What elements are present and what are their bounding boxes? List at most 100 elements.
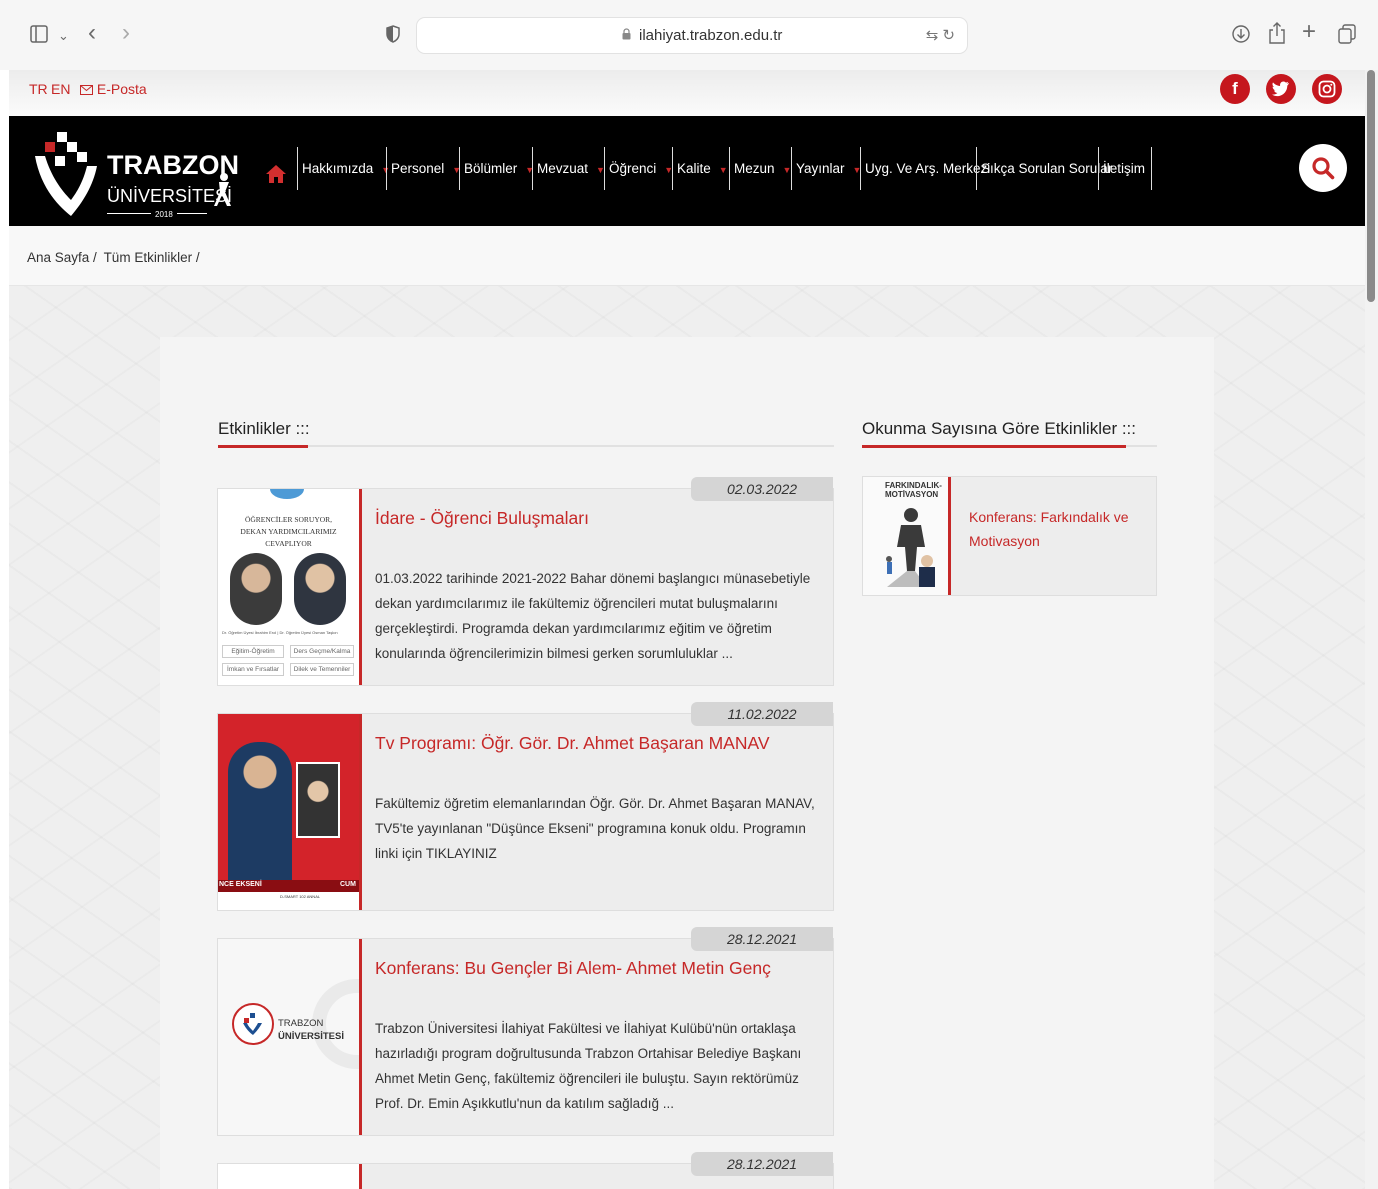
nav-item-hakkimizda[interactable]: Hakkımızda ▼ [297, 147, 390, 190]
breadcrumb-home-link[interactable]: Ana Sayfa / [27, 250, 97, 265]
top-bar: TR EN E-Posta f [9, 70, 1365, 116]
accent-bar [359, 714, 362, 910]
events-title-underline [218, 445, 834, 448]
nav-item-yayinlar[interactable]: Yayınlar ▼ [791, 147, 861, 190]
nav-label: Yayınlar [796, 161, 845, 176]
nav-item-kalite[interactable]: Kalite ▼ [672, 147, 728, 190]
accent-bar [948, 477, 951, 595]
nav-label: Hakkımızda [302, 161, 374, 176]
nav-item-personel[interactable]: Personel ▼ [386, 147, 461, 190]
event-card[interactable]: ÖĞRENCİLER SORUYOR, DEKAN YARDIMCILARIMI… [217, 477, 834, 686]
thumb-text: DEKAN YARDIMCILARIMIZ [240, 527, 337, 536]
lang-en-link[interactable]: EN [51, 81, 70, 97]
breadcrumb-current: Tüm Etkinlikler / [103, 250, 200, 265]
event-description: Trabzon Üniversitesi İlahiyat Fakültesi … [375, 1021, 802, 1111]
event-card[interactable]: NCE EKSENİ CUM D-SMART 102 ANNAL 11.02.2… [217, 702, 834, 911]
logo-emblem-icon [35, 132, 97, 216]
share-icon[interactable] [1268, 22, 1286, 48]
forward-icon[interactable]: › [122, 21, 130, 45]
person-photo [294, 553, 346, 625]
download-icon[interactable] [1232, 25, 1250, 47]
logo-year: 2018 [155, 210, 173, 219]
event-title[interactable]: Konferans: Bu Gençler Bi Alem- Ahmet Met… [375, 958, 771, 979]
accent-bar [359, 1164, 362, 1189]
sidebar-toggle-icon[interactable] [30, 25, 48, 47]
email-link[interactable]: E-Posta [80, 81, 147, 97]
university-seal-icon [232, 1003, 274, 1045]
page-scrollbar[interactable] [1365, 70, 1378, 1189]
event-title[interactable]: İdare - Öğrenci Buluşmaları [375, 508, 589, 529]
nav-label: Uyg. Ve Arş. Merkezi [865, 161, 991, 176]
search-button[interactable] [1299, 144, 1347, 192]
event-card[interactable]: TRABZON ÜNİVERSİTESİ 28.12.2021 Konferan… [217, 927, 834, 1136]
popular-event-card[interactable]: FARKINDALIK- MOTİVASYON Konferans: Farkı… [862, 476, 1157, 596]
event-description: 01.03.2022 tarihinde 2021-2022 Bahar dön… [375, 571, 811, 661]
event-title[interactable]: Tv Programı: Öğr. Gör. Dr. Ahmet Başaran… [375, 733, 770, 754]
silhouette-icon [886, 508, 935, 587]
nav-label: İletişim [1103, 161, 1146, 176]
nav-item-ogrenci[interactable]: Öğrenci ▼ [604, 147, 673, 190]
tabs-overview-icon[interactable] [1338, 24, 1356, 48]
shield-icon[interactable] [386, 25, 400, 47]
nav-label: Mezun [734, 161, 775, 176]
thumb-text: FARKINDALIK- [885, 481, 942, 490]
nav-label: Kalite [677, 161, 711, 176]
person-photo [230, 553, 282, 625]
back-icon[interactable]: ‹ [88, 21, 96, 45]
translate-reload-icon[interactable]: ⇆ ↻ [926, 26, 955, 44]
facebook-icon[interactable]: f [1220, 74, 1250, 104]
event-thumbnail: ÖĞRENCİLER SORUYOR, DEKAN YARDIMCILARIMI… [218, 489, 359, 685]
nav-item-mevzuat[interactable]: Mevzuat ▼ [532, 147, 605, 190]
thumb-tag: Eğitim-Öğretim [222, 645, 284, 658]
nav-item-uyg-ars-merkezi[interactable]: Uyg. Ve Arş. Merkezi [860, 147, 990, 190]
event-card[interactable]: 28.12.2021 [217, 1152, 834, 1189]
instagram-icon[interactable] [1312, 74, 1342, 104]
scrollbar-thumb[interactable] [1367, 70, 1375, 302]
popular-title-underline [862, 445, 1157, 448]
logo-figure-icon [214, 173, 231, 206]
main-navbar: TRABZON ÜNİVERSİTESİ 2018 Hakkımızda ▼ Pe… [9, 116, 1365, 226]
nav-item-bolumler[interactable]: Bölümler ▼ [459, 147, 534, 190]
events-section-title: Etkinlikler ::: [218, 419, 310, 438]
nav-item-mezun[interactable]: Mezun ▼ [729, 147, 791, 190]
lock-icon [622, 28, 631, 40]
thumb-text: MOTİVASYON [885, 490, 939, 499]
nav-label: Personel [391, 161, 445, 176]
thumb-text: TRABZON [278, 1018, 324, 1029]
person-photo [228, 742, 292, 892]
thumb-text: CUM [340, 881, 356, 888]
event-date: 11.02.2022 [691, 702, 833, 726]
nav-label: Öğrenci [609, 161, 657, 176]
nav-label: Sıkça Sorulan Sorular [981, 161, 1113, 176]
thumb-text: D-SMART 102 ANNAL [280, 894, 321, 899]
university-logo[interactable]: TRABZON ÜNİVERSİTESİ 2018 [31, 130, 241, 222]
nav-label: Mevzuat [537, 161, 589, 176]
url-text: ilahiyat.trabzon.edu.tr [639, 27, 783, 44]
popular-section-title: Okunma Sayısına Göre Etkinlikler ::: [862, 419, 1136, 438]
popular-event-title[interactable]: Konferans: Farkındalık ve Motivasyon [969, 505, 1139, 553]
event-date: 28.12.2021 [691, 927, 833, 951]
browser-toolbar: ⌄ ‹ › ilahiyat.trabzon.edu.tr ⇆ ↻ + [0, 0, 1378, 70]
chevron-down-icon[interactable]: ⌄ [58, 26, 69, 46]
twitter-icon[interactable] [1266, 74, 1296, 104]
thumb-text: Dr. Öğretim Üyesi İbrahim Erol | Dr. Öğr… [222, 630, 338, 635]
caret-down-icon: ▼ [718, 165, 728, 175]
thumb-text: NCE EKSENİ [219, 881, 262, 888]
popular-thumbnail: FARKINDALIK- MOTİVASYON [863, 477, 948, 595]
thumb-tag: Ders Geçme/Kalma [290, 645, 354, 658]
accent-bar [359, 939, 362, 1135]
event-date: 28.12.2021 [691, 1152, 833, 1176]
event-thumbnail [218, 1164, 359, 1189]
email-label: E-Posta [96, 81, 147, 97]
thumb-text: ÜNİVERSİTESİ [278, 1031, 344, 1042]
lang-tr-link[interactable]: TR [29, 81, 48, 97]
nav-item-iletisim[interactable]: İletişim [1098, 147, 1153, 190]
address-bar[interactable]: ilahiyat.trabzon.edu.tr ⇆ ↻ [416, 17, 968, 54]
new-tab-icon[interactable]: + [1302, 20, 1316, 44]
nav-item-sss[interactable]: Sıkça Sorulan Sorular [976, 147, 1112, 190]
thumb-tag: İmkan ve Fırsatlar [222, 663, 284, 676]
home-icon[interactable] [265, 164, 287, 184]
thumb-text: CEVAPLIYOR [265, 539, 312, 548]
thumb-tag: Dilek ve Temenniler [290, 663, 354, 676]
event-description: Fakültemiz öğretim elemanlarından Öğr. G… [375, 796, 815, 861]
